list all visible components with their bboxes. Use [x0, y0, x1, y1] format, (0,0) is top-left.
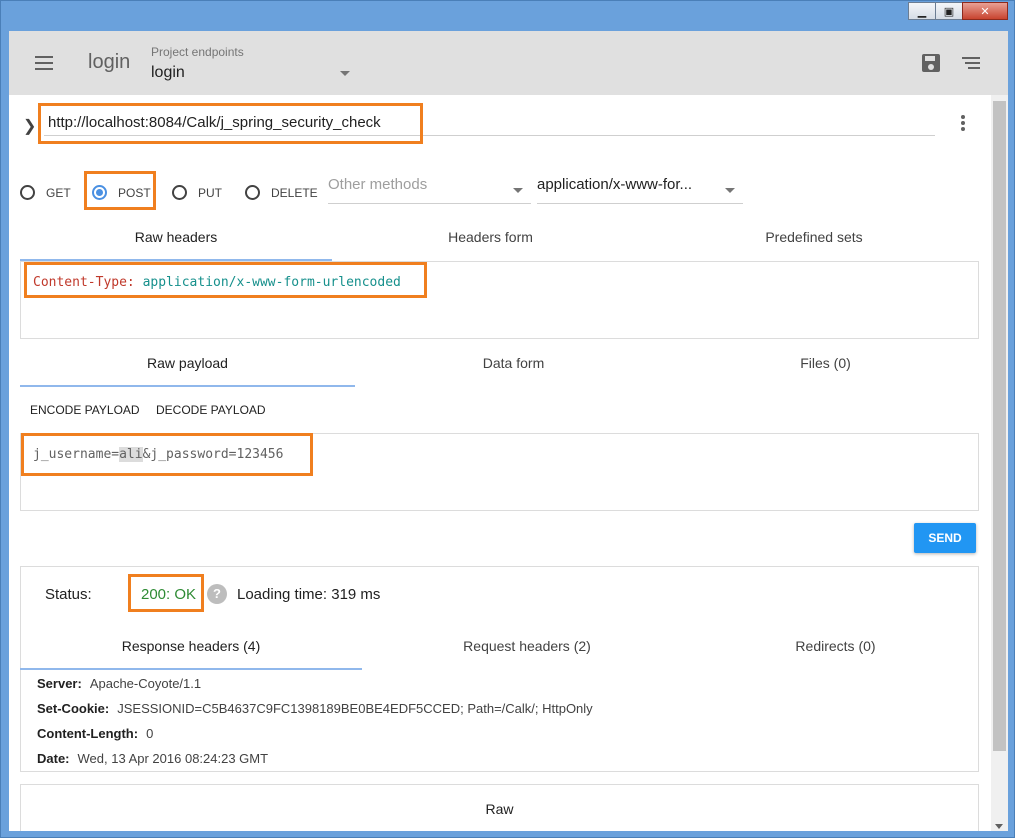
payload-suffix: &j_password=123456 [142, 447, 284, 462]
tab-files[interactable]: Files (0) [672, 355, 979, 387]
content-type-value: application/x-www-for... [537, 176, 693, 193]
scrollbar-thumb[interactable] [993, 101, 1006, 751]
status-code: 200: OK [141, 586, 197, 603]
response-header-row: Date: Wed, 13 Apr 2016 08:24:23 GMT [37, 751, 268, 766]
other-methods-select[interactable]: Other methods [328, 176, 531, 204]
tab-raw-headers-label: Raw headers [134, 229, 218, 245]
tab-predefined-sets[interactable]: Predefined sets [649, 229, 979, 261]
endpoint-select[interactable]: login [151, 64, 185, 82]
header-key: Content-Type: [33, 275, 135, 290]
response-header-value: Apache-Coyote/1.1 [89, 676, 202, 691]
other-methods-placeholder: Other methods [328, 176, 428, 193]
response-header-value: Wed, 13 Apr 2016 08:24:23 GMT [77, 751, 269, 766]
header-value: application/x-www-form-urlencoded [142, 275, 401, 290]
payload-highlight: ali [119, 447, 143, 462]
response-header-row: Server: Apache-Coyote/1.1 [37, 676, 201, 691]
sort-icon[interactable] [962, 57, 980, 69]
tab-predefined-sets-label: Predefined sets [765, 229, 863, 245]
payload-line: j_username=ali&j_password=123456 [33, 447, 283, 462]
page-title: login [88, 51, 131, 73]
tab-data-form-label: Data form [482, 355, 545, 371]
close-button[interactable]: ✕ [962, 2, 1008, 20]
response-header-name: Content-Length: [37, 726, 139, 741]
more-vert-icon[interactable] [961, 115, 965, 133]
method-label-post: POST [118, 186, 151, 200]
chevron-right-icon[interactable]: ❯ [23, 116, 36, 136]
tab-data-form[interactable]: Data form [355, 355, 672, 387]
loading-time: Loading time: 319 ms [237, 586, 381, 603]
tab-raw-payload-label: Raw payload [147, 355, 228, 371]
content-type-select[interactable]: application/x-www-for... [537, 176, 743, 204]
radio-post[interactable] [92, 185, 107, 200]
headers-tabs: Raw headers Headers form Predefined sets [20, 229, 979, 261]
vertical-scrollbar[interactable] [991, 95, 1008, 831]
toolbar: login Project endpoints login [9, 31, 1008, 95]
tab-request-headers[interactable]: Request headers (2) [362, 638, 692, 670]
help-icon[interactable]: ? [207, 584, 227, 604]
tab-raw-response[interactable]: Raw [20, 784, 979, 831]
tab-response-headers[interactable]: Response headers (4) [20, 638, 362, 670]
tab-redirects-label: Redirects (0) [795, 638, 876, 654]
tab-raw-headers[interactable]: Raw headers [20, 229, 332, 261]
chevron-down-icon [513, 188, 523, 193]
minimize-button[interactable]: ▁ [908, 2, 936, 20]
payload-tabs: Raw payload Data form Files (0) [20, 355, 979, 387]
maximize-button[interactable]: ▣ [935, 2, 963, 20]
response-header-value: 0 [146, 726, 154, 741]
tab-redirects[interactable]: Redirects (0) [692, 638, 979, 670]
response-header-name: Set-Cookie: [37, 701, 110, 716]
header-line: Content-Type: application/x-www-form-url… [33, 275, 401, 290]
chevron-down-icon[interactable] [340, 71, 350, 76]
method-label-put: PUT [198, 186, 222, 200]
tab-raw-payload[interactable]: Raw payload [20, 355, 355, 387]
response-header-row: Content-Length: 0 [37, 726, 153, 741]
payload-prefix: j_username= [33, 447, 120, 462]
radio-delete[interactable] [245, 185, 260, 200]
radio-put[interactable] [172, 185, 187, 200]
response-header-name: Server: [37, 676, 82, 691]
method-label-get: GET [46, 186, 71, 200]
tab-response-headers-label: Response headers (4) [121, 638, 261, 654]
tab-files-label: Files (0) [800, 355, 851, 371]
method-label-delete: DELETE [271, 186, 318, 200]
app-window: ▁ ▣ ✕ login Project endpoints login ❯ ht… [0, 0, 1015, 838]
response-header-value: JSESSIONID=C5B4637C9FC1398189BE0BE4EDF5C… [117, 701, 593, 716]
url-input[interactable]: http://localhost:8084/Calk/j_spring_secu… [48, 114, 381, 131]
menu-icon[interactable] [35, 56, 53, 70]
chevron-down-icon [725, 188, 735, 193]
scroll-down-icon[interactable] [995, 824, 1003, 829]
radio-get[interactable] [20, 185, 35, 200]
save-icon[interactable] [922, 54, 940, 72]
status-label: Status: [45, 586, 92, 603]
app-client-area: login Project endpoints login ❯ http://l… [9, 31, 1008, 831]
response-header-name: Date: [37, 751, 70, 766]
tab-request-headers-label: Request headers (2) [463, 638, 591, 654]
send-button[interactable]: SEND [914, 523, 976, 553]
window-controls: ▁ ▣ ✕ [908, 2, 1008, 20]
encode-payload-button[interactable]: ENCODE PAYLOAD [30, 403, 140, 417]
decode-payload-button[interactable]: DECODE PAYLOAD [156, 403, 266, 417]
response-tabs: Response headers (4) Request headers (2)… [20, 638, 979, 670]
tab-headers-form[interactable]: Headers form [332, 229, 649, 261]
response-header-row: Set-Cookie: JSESSIONID=C5B4637C9FC1398189… [37, 701, 593, 716]
tab-headers-form-label: Headers form [448, 229, 533, 245]
endpoints-label: Project endpoints [151, 45, 244, 59]
